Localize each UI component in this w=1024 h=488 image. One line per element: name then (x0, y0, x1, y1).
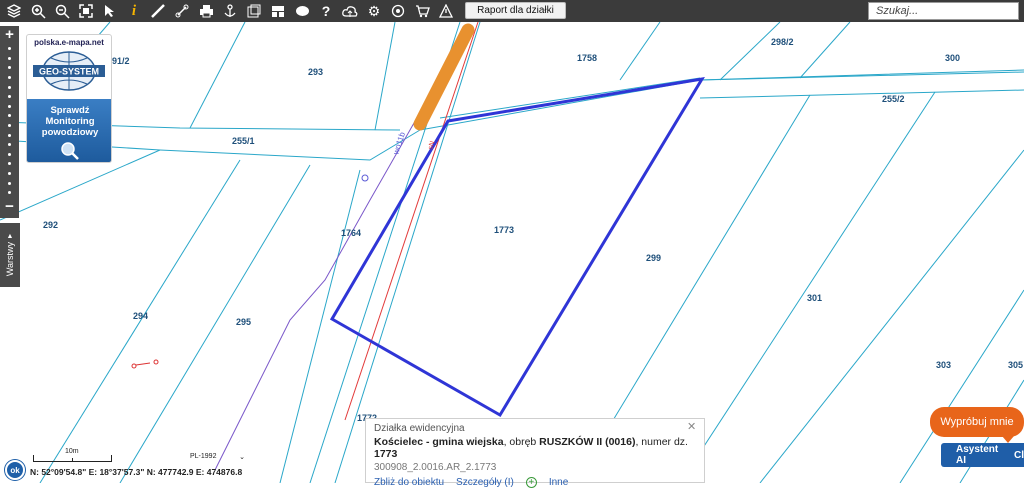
link-icon[interactable] (170, 0, 194, 22)
flood-monitoring-banner[interactable]: Sprawdź Monitoring powodziowy (27, 99, 112, 163)
comment-icon[interactable] (290, 0, 314, 22)
chevron-up-icon: ▲ (7, 233, 14, 240)
scale-label: 10m (65, 448, 79, 455)
crs-select[interactable]: PL-1992 ⌄ (190, 453, 245, 464)
scale-bar (33, 455, 112, 462)
try-me-bubble[interactable]: Wypróbuj mnie (930, 407, 1024, 437)
layers-tab-label: Warstwy (5, 242, 15, 276)
zoom-out-icon[interactable] (50, 0, 74, 22)
precinct-name: RUSZKÓW II (0016) (539, 436, 635, 448)
parcel-label: 298/2 (771, 37, 794, 47)
cart-icon[interactable] (410, 0, 434, 22)
site-url: polska.e-mapa.net (27, 38, 111, 47)
parcel-label: 295 (236, 317, 251, 327)
parcel-label: 294 (133, 311, 148, 321)
panel-title: Działka ewidencyjna (374, 423, 696, 434)
layers-icon[interactable] (2, 0, 26, 22)
banner-line: Monitoring (27, 116, 112, 127)
parcel-id: 300908_2.0016.AR_2.1773 (374, 462, 696, 473)
parcel-label: 1758 (577, 53, 597, 63)
measure-icon[interactable] (146, 0, 170, 22)
info-icon[interactable]: i (122, 0, 146, 22)
coordinate-readout: N: 52°09'54.8" E: 18°37'57.3" N: 477742.… (30, 467, 242, 477)
zoom-in-button[interactable]: + (5, 26, 14, 44)
settings-icon[interactable]: ⚙ (362, 0, 386, 22)
layout-icon[interactable] (266, 0, 290, 22)
ok-button[interactable]: ok (5, 460, 25, 480)
zoom-out-button[interactable]: − (5, 198, 14, 216)
anchor-icon[interactable] (218, 0, 242, 22)
magnifier-icon (59, 141, 81, 161)
parcel-label: 91/2 (112, 56, 130, 66)
map-canvas[interactable]: 91/2 293 1758 298/2 300 255/2 255/1 292 … (0, 0, 1024, 483)
toolbar: i ? ⚙ Raport dla działki Szukaj... (0, 0, 1024, 22)
overview-icon[interactable] (242, 0, 266, 22)
parcel-info-panel: ✕ Działka ewidencyjna Kościelec - gmina … (365, 418, 705, 483)
globe-logo-icon: GEO-SYSTEM (31, 50, 107, 92)
parcel-description: Kościelec - gmina wiejska, obręb RUSZKÓW… (374, 436, 696, 460)
parcel-label: 293 (308, 67, 323, 77)
parcel-number: 1773 (374, 448, 397, 460)
banner-line: Sprawdź (27, 105, 112, 116)
parcel-label: 255/1 (232, 136, 255, 146)
help-icon[interactable]: ? (314, 0, 338, 22)
text-segment: , obręb (504, 436, 540, 448)
close-icon[interactable]: ✕ (687, 422, 698, 433)
print-icon[interactable] (194, 0, 218, 22)
text-segment: , numer dz. (635, 436, 688, 448)
parcel-label: 255/2 (882, 94, 905, 104)
warning-icon[interactable] (434, 0, 458, 22)
parcel-label: 305 (1008, 360, 1023, 370)
layers-tab[interactable]: ▲ Warstwy (0, 223, 20, 287)
search-input[interactable]: Szukaj... (868, 2, 1019, 20)
chevron-down-icon: ⌄ (239, 453, 245, 464)
zoom-slider[interactable]: + − (0, 26, 19, 218)
parcel-label: 299 (646, 253, 661, 263)
parcel-label: 301 (807, 293, 822, 303)
upload-icon[interactable] (338, 0, 362, 22)
ai-assistant-button[interactable]: Asystent AI Cl (941, 443, 1024, 467)
zoom-in-icon[interactable] (26, 0, 50, 22)
geo-system-logo-panel[interactable]: polska.e-mapa.net GEO-SYSTEM Sprawdź Mon… (26, 34, 112, 163)
pointer-icon[interactable] (98, 0, 122, 22)
parcel-label: 300 (945, 53, 960, 63)
target-icon[interactable] (386, 0, 410, 22)
ai-suffix: Cl (1014, 450, 1024, 461)
parcel-label: 292 (43, 220, 58, 230)
crs-value: PL-1992 (190, 453, 216, 464)
gmina-name: Kościelec - gmina wiejska (374, 436, 504, 448)
ai-label: Asystent AI (956, 444, 1006, 466)
parcel-label: 303 (936, 360, 951, 370)
brand-text: GEO-SYSTEM (39, 67, 99, 77)
report-button[interactable]: Raport dla działki (465, 2, 566, 19)
full-extent-icon[interactable] (74, 0, 98, 22)
parcel-label: 1773 (494, 225, 514, 235)
banner-line: powodziowy (27, 127, 112, 138)
road-label: wo11b (391, 130, 407, 156)
parcel-label: 1764 (341, 228, 361, 238)
